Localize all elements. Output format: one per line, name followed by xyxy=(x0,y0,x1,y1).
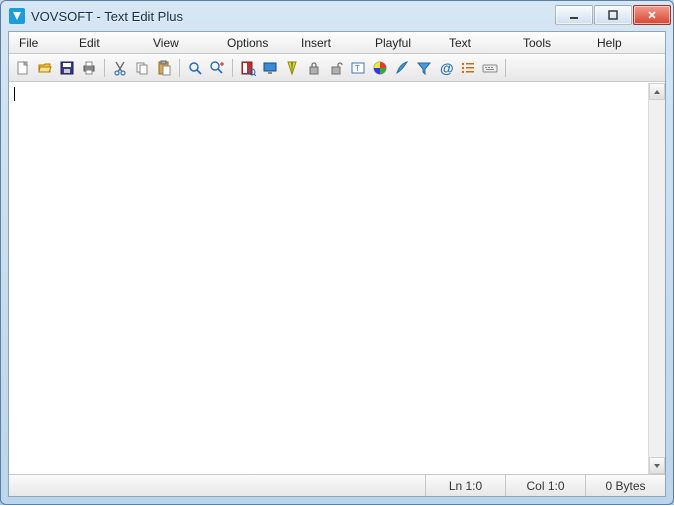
status-size: 0 Bytes xyxy=(585,475,665,496)
find-icon[interactable] xyxy=(185,57,205,79)
textbox-icon[interactable]: T xyxy=(348,57,368,79)
editor-area xyxy=(9,82,665,474)
menu-tools[interactable]: Tools xyxy=(513,34,587,52)
toolbar-separator xyxy=(505,59,506,77)
feather-icon[interactable] xyxy=(392,57,412,79)
keyboard-icon[interactable] xyxy=(480,57,500,79)
scroll-up-button[interactable] xyxy=(649,83,665,100)
highlight-icon[interactable] xyxy=(282,57,302,79)
menu-view[interactable]: View xyxy=(143,34,217,52)
menubar: File Edit View Options Insert Playful Te… xyxy=(9,32,665,54)
lock-icon[interactable] xyxy=(304,57,324,79)
filter-icon[interactable] xyxy=(414,57,434,79)
menu-text[interactable]: Text xyxy=(439,34,513,52)
save-icon[interactable] xyxy=(57,57,77,79)
statusbar: Ln 1:0 Col 1:0 0 Bytes xyxy=(9,474,665,496)
svg-text:T: T xyxy=(355,64,360,73)
app-window: VOVSOFT - Text Edit Plus File Edit View … xyxy=(0,0,674,505)
menu-playful[interactable]: Playful xyxy=(365,34,439,52)
screen-icon[interactable] xyxy=(260,57,280,79)
svg-text:@: @ xyxy=(440,60,454,76)
open-icon[interactable] xyxy=(35,57,55,79)
scroll-down-button[interactable] xyxy=(649,457,665,474)
new-icon[interactable] xyxy=(13,57,33,79)
menu-file[interactable]: File xyxy=(9,34,69,52)
menu-edit[interactable]: Edit xyxy=(69,34,143,52)
at-icon[interactable]: @ xyxy=(436,57,456,79)
list-icon[interactable] xyxy=(458,57,478,79)
status-line: Ln 1:0 xyxy=(425,475,505,496)
vertical-scrollbar[interactable] xyxy=(648,83,665,474)
window-title: VOVSOFT - Text Edit Plus xyxy=(31,9,554,24)
toolbar-separator xyxy=(104,59,105,77)
maximize-button[interactable] xyxy=(594,5,632,25)
menu-help[interactable]: Help xyxy=(587,34,661,52)
color-icon[interactable] xyxy=(370,57,390,79)
zoom-icon[interactable] xyxy=(207,57,227,79)
titlebar: VOVSOFT - Text Edit Plus xyxy=(1,1,673,31)
minimize-button[interactable] xyxy=(555,5,593,25)
toolbar: T @ xyxy=(9,54,665,82)
client-area: File Edit View Options Insert Playful Te… xyxy=(8,31,666,497)
text-caret xyxy=(14,87,15,101)
paste-icon[interactable] xyxy=(154,57,174,79)
print-icon[interactable] xyxy=(79,57,99,79)
cut-icon[interactable] xyxy=(110,57,130,79)
close-button[interactable] xyxy=(633,5,671,25)
scroll-track[interactable] xyxy=(649,100,665,457)
toolbar-separator xyxy=(179,59,180,77)
unlock-icon[interactable] xyxy=(326,57,346,79)
app-icon xyxy=(9,8,25,24)
status-col: Col 1:0 xyxy=(505,475,585,496)
window-controls xyxy=(554,5,671,25)
copy-icon[interactable] xyxy=(132,57,152,79)
menu-options[interactable]: Options xyxy=(217,34,291,52)
dictionary-icon[interactable] xyxy=(238,57,258,79)
menu-insert[interactable]: Insert xyxy=(291,34,365,52)
toolbar-separator xyxy=(232,59,233,77)
text-editor[interactable] xyxy=(9,83,648,474)
